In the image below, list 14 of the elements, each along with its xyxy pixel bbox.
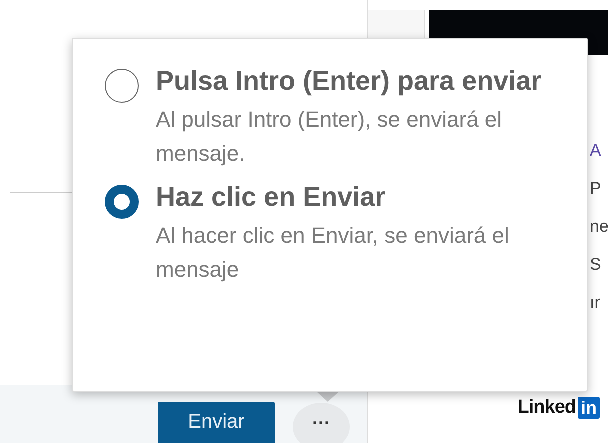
- cut-off-text: A: [590, 141, 602, 161]
- linkedin-logo: Linked in: [518, 397, 600, 419]
- more-options-button[interactable]: ···: [293, 403, 350, 443]
- cut-off-text: ne: [590, 217, 608, 237]
- send-button[interactable]: Enviar: [158, 402, 275, 443]
- cut-off-text: S: [590, 255, 602, 275]
- option-description: Al pulsar Intro (Enter), se enviará el mensaje.: [156, 106, 504, 168]
- cut-off-text: ır: [590, 293, 602, 313]
- radio-button[interactable]: [105, 69, 139, 103]
- option-description: Al hacer clic en Enviar, se enviará el mensaje: [156, 222, 510, 284]
- radio-button[interactable]: [105, 185, 139, 219]
- cut-off-text: P: [590, 179, 602, 199]
- option-title: Haz clic en Enviar: [156, 181, 387, 214]
- option-title: Pulsa Intro (Enter) para enviar: [156, 65, 543, 98]
